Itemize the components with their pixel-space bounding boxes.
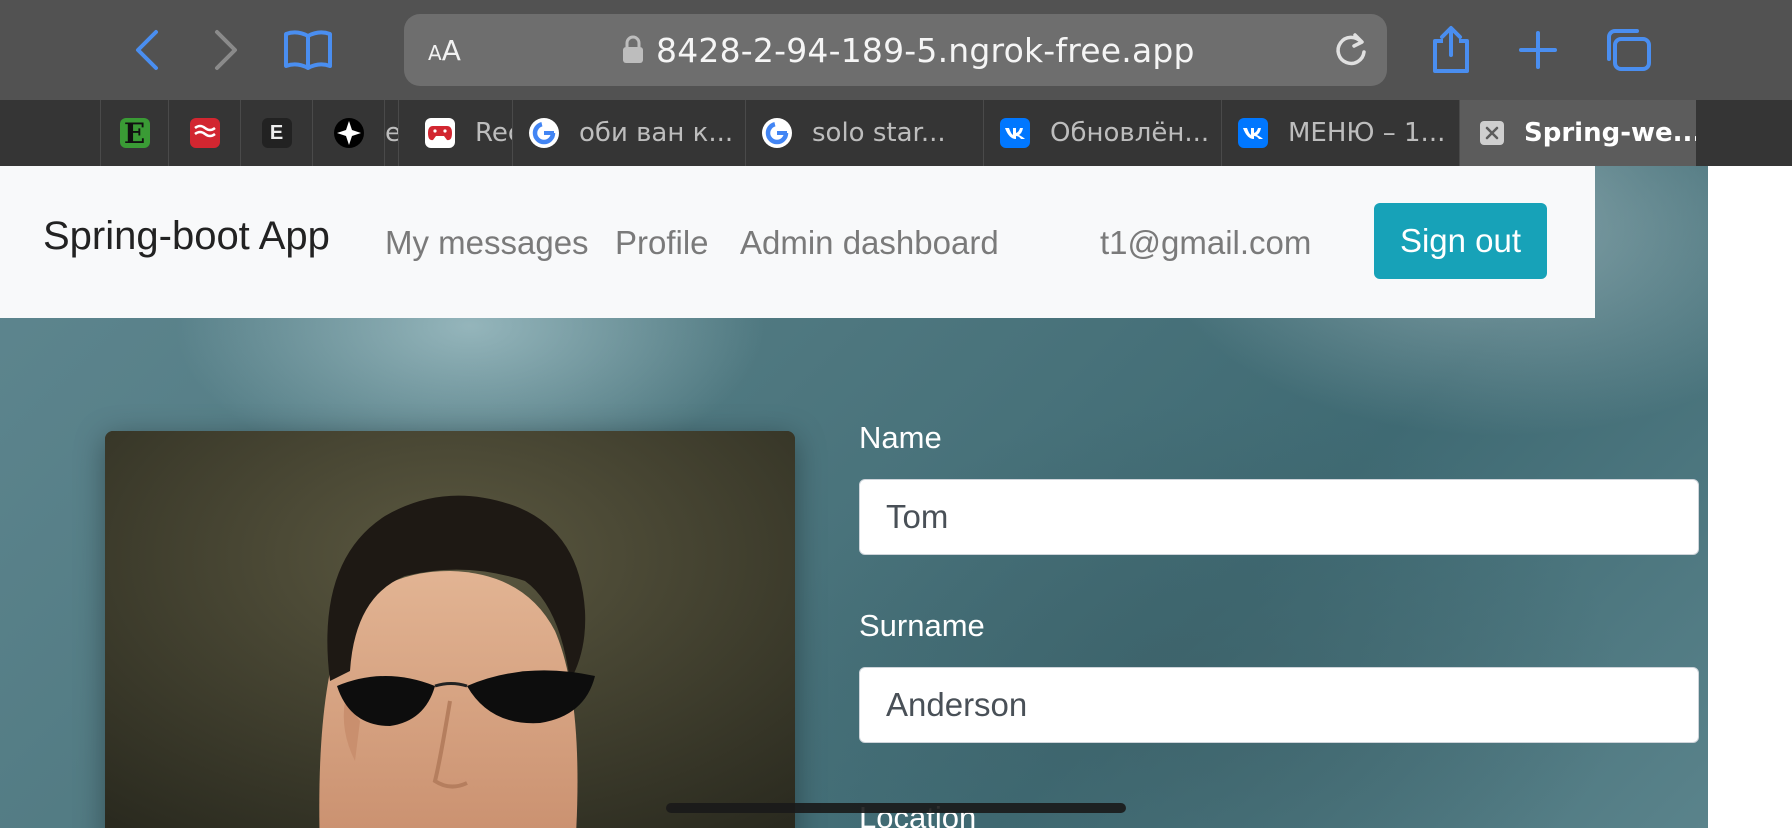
vk-favicon [1238, 118, 1268, 148]
profile-photo [105, 431, 795, 828]
chevron-left-icon [136, 30, 158, 70]
user-email: t1@gmail.com [1100, 224, 1312, 261]
chevron-right-icon [215, 30, 237, 70]
google-favicon [529, 118, 559, 148]
tab-title: solo star... [812, 118, 946, 148]
compass-star-favicon [333, 118, 364, 148]
sign-out-button[interactable]: Sign out [1374, 203, 1547, 279]
e-green-favicon: E [119, 117, 150, 150]
tab-vk-2[interactable]: МЕНЮ – 1... [1221, 100, 1459, 166]
browser-toolbar: AA 8428-2-94-189-5.ngrok-free.app [0, 0, 1792, 100]
site-navbar: Spring-boot App My messages Profile Admi… [0, 166, 1595, 318]
tab-spring-active[interactable]: Spring-we... [1459, 100, 1696, 166]
tab-bar: E E e Rec оби ван к... solo star... [0, 100, 1792, 166]
reader-options-button[interactable]: AA [428, 34, 461, 67]
tabs-icon [1607, 29, 1651, 71]
plus-icon [1519, 31, 1557, 69]
reload-icon[interactable] [1331, 30, 1371, 70]
red-wave-favicon [189, 118, 220, 148]
bookmarks-button[interactable] [276, 18, 340, 82]
new-tab-button[interactable] [1506, 18, 1570, 82]
name-label: Name [859, 420, 942, 455]
e-dark-favicon: E [261, 118, 292, 148]
tab-title: Spring-we... [1524, 118, 1696, 148]
address-bar[interactable]: AA 8428-2-94-189-5.ngrok-free.app [404, 14, 1387, 86]
reader-big-a: A [441, 34, 461, 67]
brand-link[interactable]: Spring-boot App [43, 214, 330, 259]
tab-title: оби ван к... [579, 118, 734, 148]
share-icon [1433, 26, 1469, 73]
vk-favicon [1000, 118, 1030, 148]
page-content: Spring-boot App My messages Profile Admi… [0, 166, 1708, 828]
tab-google-1[interactable]: оби ван к... [512, 100, 745, 166]
nav-my-messages[interactable]: My messages [385, 224, 589, 262]
url-text[interactable]: 8428-2-94-189-5.ngrok-free.app [656, 31, 1195, 70]
tab-e-dark[interactable]: E [240, 100, 312, 166]
book-icon [284, 30, 332, 70]
page-margin [1708, 166, 1792, 828]
name-input[interactable] [859, 479, 1699, 555]
tab-compass[interactable] [312, 100, 384, 166]
tab-e-green[interactable]: E [100, 100, 168, 166]
google-favicon [762, 118, 792, 148]
tab-title: МЕНЮ – 1... [1288, 118, 1446, 148]
share-button[interactable] [1419, 18, 1483, 82]
tab-title: e [385, 118, 398, 148]
tab-title: Rec [475, 118, 512, 148]
surname-input[interactable] [859, 667, 1699, 743]
tab-red-wave[interactable] [168, 100, 240, 166]
lock-icon [623, 35, 643, 63]
reader-small-a: A [428, 41, 442, 65]
nav-profile[interactable]: Profile [615, 224, 709, 262]
surname-label: Surname [859, 608, 985, 643]
tab-title: Обновлён... [1050, 118, 1210, 148]
back-button[interactable] [116, 18, 180, 82]
tab-vk-1[interactable]: Обновлён... [983, 100, 1221, 166]
gamepad-favicon [425, 118, 455, 148]
home-indicator [666, 803, 1126, 813]
close-icon[interactable] [1480, 121, 1504, 145]
tabs-overview-button[interactable] [1596, 18, 1660, 82]
forward-button[interactable] [193, 18, 257, 82]
tab-rec[interactable]: Rec [398, 100, 512, 166]
tab-truncated[interactable]: e [384, 100, 398, 166]
tab-google-2[interactable]: solo star... [745, 100, 983, 166]
nav-admin-dashboard[interactable]: Admin dashboard [740, 224, 999, 262]
